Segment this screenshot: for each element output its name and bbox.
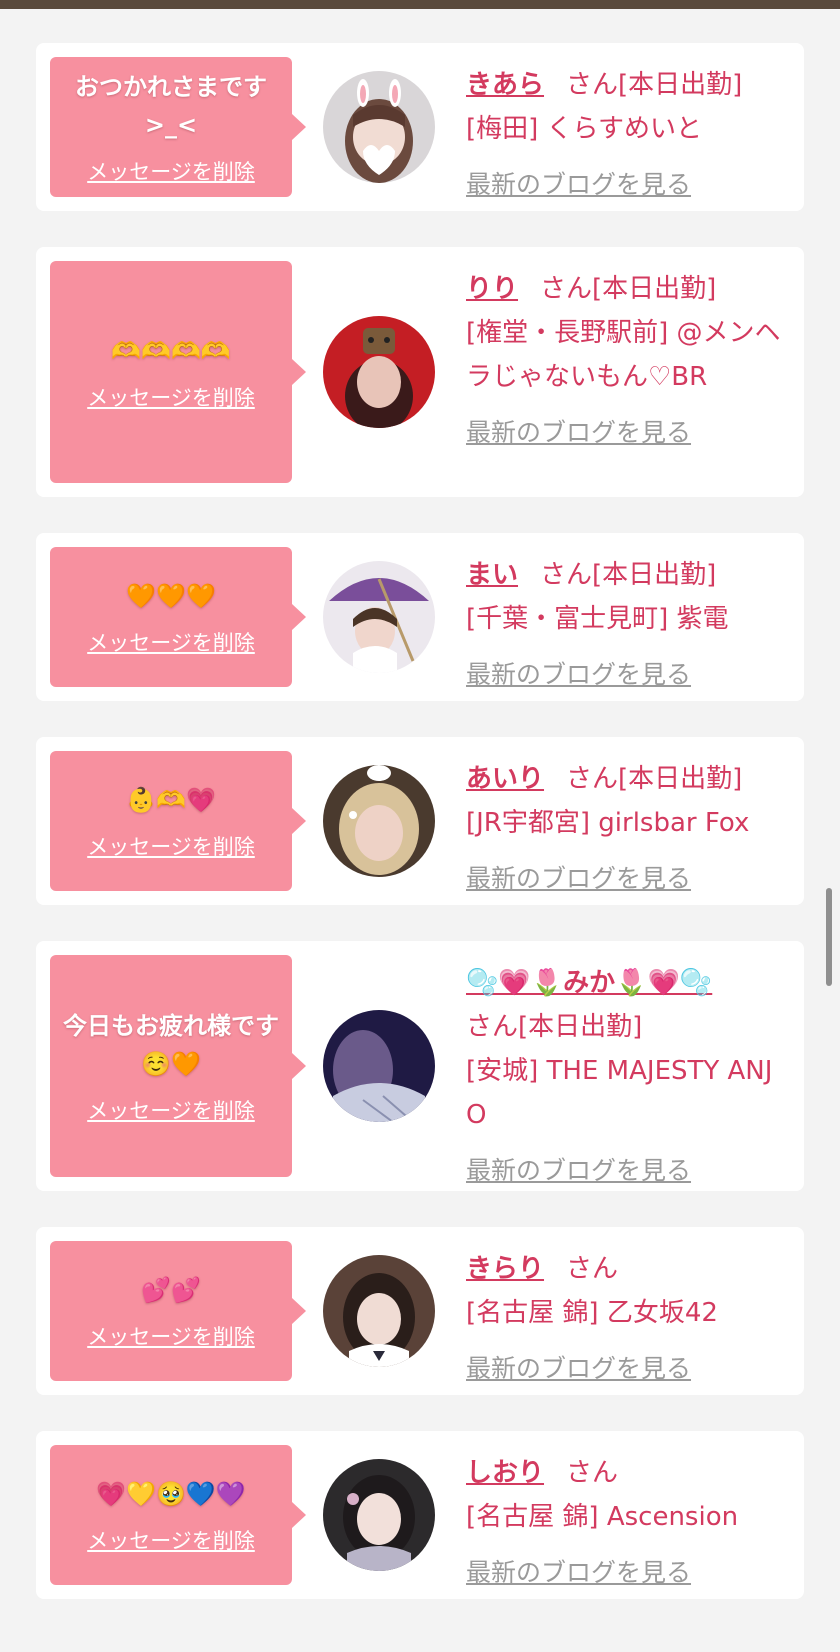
delete-message-link[interactable]: メッセージを削除	[87, 627, 255, 657]
shop-name: [名古屋 錦] Ascension	[466, 1502, 739, 1532]
girl-info: まい さん[本日出勤] [千葉・富士見町] 紫電 最新のブログを見る	[466, 547, 790, 689]
delete-message-link[interactable]: メッセージを削除	[87, 1525, 255, 1555]
status-label: [本日出勤]	[518, 1012, 643, 1042]
avatar[interactable]	[323, 1255, 435, 1367]
avatar-container	[292, 547, 466, 687]
latest-blog-link[interactable]: 最新のブログを見る	[466, 1347, 691, 1391]
latest-blog-link[interactable]: 最新のブログを見る	[466, 653, 691, 697]
girl-name-link[interactable]: あいり	[466, 764, 544, 794]
latest-blog-link[interactable]: 最新のブログを見る	[466, 411, 691, 455]
message-text: 🫶🫶🫶🫶	[111, 337, 231, 365]
girl-info: きあら さん[本日出勤] [梅田] くらすめいと 最新のブログを見る	[466, 57, 790, 199]
message-list: おつかれさまです >_< メッセージを削除 きあら さん[本日出勤] [梅田] …	[36, 43, 804, 1635]
honorific: さん	[540, 560, 593, 590]
latest-blog-link[interactable]: 最新のブログを見る	[466, 857, 691, 901]
message-bubble: 💗💛🥹💙💜 メッセージを削除	[50, 1445, 306, 1585]
message-bubble: 🧡🧡🧡 メッセージを削除	[50, 547, 306, 687]
shop-name: [名古屋 錦] 乙女坂42	[466, 1298, 718, 1328]
message-bubble: 💕💕 メッセージを削除	[50, 1241, 306, 1381]
girl-info: きらり さん [名古屋 錦] 乙女坂42 最新のブログを見る	[466, 1241, 790, 1383]
girl-avatar-uniform-icon	[323, 1255, 435, 1367]
girl-avatar-umbrella-icon	[323, 561, 435, 673]
avatar-container	[292, 751, 466, 891]
girl-name-link[interactable]: きらり	[466, 1254, 544, 1284]
delete-message-link[interactable]: メッセージを削除	[87, 831, 255, 861]
delete-message-link[interactable]: メッセージを削除	[87, 1321, 255, 1351]
status-label: [本日出勤]	[592, 560, 717, 590]
top-bar	[0, 0, 840, 9]
avatar-container	[292, 1241, 466, 1381]
latest-blog-link[interactable]: 最新のブログを見る	[466, 1551, 691, 1595]
status-label: [本日出勤]	[592, 274, 717, 304]
girl-info: しおり さん [名古屋 錦] Ascension 最新のブログを見る	[466, 1445, 790, 1587]
avatar-container	[292, 261, 466, 483]
list-item: おつかれさまです >_< メッセージを削除 きあら さん[本日出勤] [梅田] …	[36, 43, 804, 211]
message-text: 今日もお疲れ様です☺️🧡	[63, 1012, 279, 1078]
avatar-container	[292, 57, 466, 197]
honorific: さん	[540, 274, 593, 304]
honorific: さん	[566, 1254, 619, 1284]
avatar[interactable]	[323, 1010, 435, 1122]
girl-name-link[interactable]: りり	[466, 274, 518, 304]
latest-blog-link[interactable]: 最新のブログを見る	[466, 1149, 691, 1193]
shop-name: [権堂・長野駅前] @メンヘラじゃないもん♡BR	[466, 318, 781, 392]
delete-message-link[interactable]: メッセージを削除	[87, 382, 255, 412]
delete-message-link[interactable]: メッセージを削除	[87, 156, 255, 186]
message-text: 💗💛🥹💙💜	[96, 1480, 246, 1508]
list-item: 💕💕 メッセージを削除 きらり さん [名古屋 錦] 乙女坂42 最新のブログを見…	[36, 1227, 804, 1395]
message-bubble: 🫶🫶🫶🫶 メッセージを削除	[50, 261, 306, 483]
list-item: 👶🫶💗 メッセージを削除 あいり さん[本日出勤] [JR宇都宮] girlsba…	[36, 737, 804, 905]
latest-blog-link[interactable]: 最新のブログを見る	[466, 163, 691, 207]
girl-name-link[interactable]: しおり	[466, 1458, 544, 1488]
shop-name: [千葉・富士見町] 紫電	[466, 604, 729, 634]
message-text: 🧡🧡🧡	[126, 582, 216, 610]
message-text: おつかれさまです >_<	[75, 73, 267, 139]
avatar[interactable]	[323, 765, 435, 877]
avatar[interactable]	[323, 1459, 435, 1571]
avatar[interactable]	[323, 71, 435, 183]
scrollbar[interactable]	[826, 888, 832, 986]
girl-avatar-kimono-icon	[323, 1459, 435, 1571]
girl-avatar-red-icon	[323, 316, 435, 428]
status-label: [本日出勤]	[618, 70, 743, 100]
avatar-container	[292, 1445, 466, 1585]
honorific: さん	[466, 1012, 519, 1042]
girl-avatar-blonde-icon	[323, 765, 435, 877]
honorific: さん	[566, 764, 619, 794]
girl-avatar-dark-icon	[323, 1010, 435, 1122]
message-text: 👶🫶💗	[126, 786, 216, 814]
list-item: 🧡🧡🧡 メッセージを削除 まい さん[本日出勤] [千葉・富士見町] 紫電 最新の…	[36, 533, 804, 701]
message-bubble: おつかれさまです >_< メッセージを削除	[50, 57, 306, 197]
shop-name: [JR宇都宮] girlsbar Fox	[466, 808, 750, 838]
avatar[interactable]	[323, 316, 435, 428]
delete-message-link[interactable]: メッセージを削除	[87, 1095, 255, 1125]
message-bubble: 👶🫶💗 メッセージを削除	[50, 751, 306, 891]
message-bubble: 今日もお疲れ様です☺️🧡 メッセージを削除	[50, 955, 306, 1177]
message-text: 💕💕	[141, 1276, 201, 1304]
girl-name-link[interactable]: まい	[466, 560, 518, 590]
shop-name: [梅田] くらすめいと	[466, 114, 703, 144]
girl-info: りり さん[本日出勤] [権堂・長野駅前] @メンヘラじゃないもん♡BR 最新のブ…	[466, 261, 790, 483]
list-item: 今日もお疲れ様です☺️🧡 メッセージを削除 🫧💗🌷みか🌷💗🫧 さん[本日出勤] …	[36, 941, 804, 1191]
honorific: さん	[566, 1458, 619, 1488]
girl-name-link[interactable]: きあら	[466, 70, 544, 100]
shop-name: [安城] THE MAJESTY ANJO	[466, 1056, 773, 1130]
girl-info: あいり さん[本日出勤] [JR宇都宮] girlsbar Fox 最新のブログを…	[466, 751, 790, 893]
list-item: 🫶🫶🫶🫶 メッセージを削除 りり さん[本日出勤] [権堂・長野駅前] @メンヘラ…	[36, 247, 804, 497]
list-item: 💗💛🥹💙💜 メッセージを削除 しおり さん [名古屋 錦] Ascension 最…	[36, 1431, 804, 1599]
girl-info: 🫧💗🌷みか🌷💗🫧 さん[本日出勤] [安城] THE MAJESTY ANJO …	[466, 955, 790, 1185]
status-label: [本日出勤]	[618, 764, 743, 794]
honorific: さん	[566, 70, 619, 100]
girl-name-link[interactable]: 🫧💗🌷みか🌷💗🫧	[466, 968, 712, 998]
girl-avatar-bunny-ears-icon	[323, 71, 435, 183]
avatar[interactable]	[323, 561, 435, 673]
avatar-container	[292, 955, 466, 1177]
